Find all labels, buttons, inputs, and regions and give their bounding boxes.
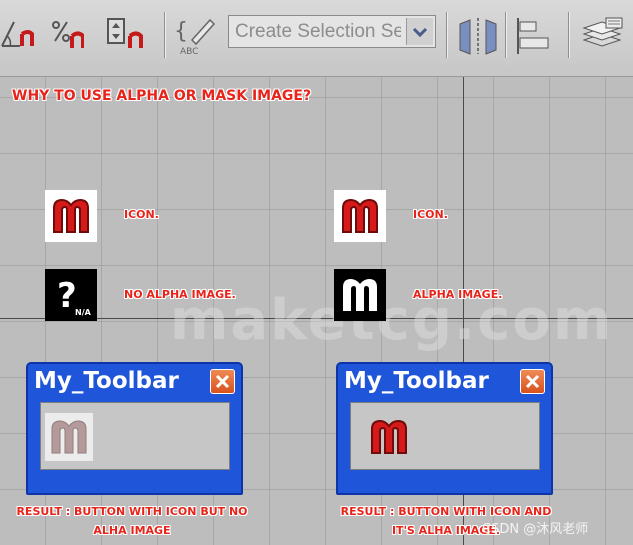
my-toolbar-window-left[interactable]: My_Toolbar (26, 362, 243, 495)
svg-text:?: ? (57, 276, 77, 316)
toolbar-bottom-strip (0, 66, 633, 77)
my-toolbar-window-right[interactable]: My_Toolbar (336, 362, 553, 495)
alpha-label: ALPHA IMAGE. (413, 288, 503, 301)
toolbar-separator (446, 12, 448, 58)
toolbar-separator (568, 12, 570, 58)
mirror-icon[interactable] (456, 16, 497, 55)
svg-text:ABC: ABC (180, 47, 198, 56)
layer-manager-icon[interactable] (580, 16, 626, 50)
watermark: maketcg.com (170, 288, 614, 353)
spinner-snap-icon[interactable] (106, 16, 143, 50)
close-icon[interactable] (210, 369, 235, 394)
page-heading: WHY TO USE ALPHA OR MASK IMAGE? (12, 88, 312, 104)
result-line-2: ALHA IMAGE (93, 524, 171, 537)
align-icon[interactable] (514, 16, 554, 54)
icon-label-left: ICON. (124, 208, 159, 221)
credit-watermark: CSDN @沐风老师 (482, 522, 589, 537)
na-label: N/A (75, 308, 92, 317)
toolbar-separator (164, 12, 166, 58)
no-alpha-label: NO ALPHA IMAGE. (124, 288, 236, 301)
chevron-down-icon[interactable] (406, 18, 433, 45)
svg-text:{: { (174, 19, 188, 44)
icon-label-right: ICON. (413, 208, 448, 221)
m-button-no-alpha[interactable] (45, 413, 93, 461)
toolbar-body (40, 402, 230, 470)
window-title: My_Toolbar (344, 368, 489, 394)
selection-set-placeholder: Create Selection Se (235, 21, 401, 42)
close-icon[interactable] (520, 369, 545, 394)
toolbar-body (350, 402, 540, 470)
m-button-with-alpha[interactable] (365, 413, 413, 461)
edit-named-selection-icon[interactable]: { ABC (172, 16, 222, 57)
m-icon-tile (334, 190, 386, 242)
toolbar-separator (505, 12, 507, 58)
window-title: My_Toolbar (34, 368, 179, 394)
result-caption-left: RESULT : BUTTON WITH ICON BUT NO ALHA IM… (2, 502, 262, 540)
main-toolbar: { ABC Create Selection Se (0, 0, 633, 67)
percent-snap-icon[interactable] (50, 16, 85, 50)
m-alpha-mask-icon (334, 269, 386, 321)
angle-snap-icon[interactable] (0, 16, 34, 50)
m-icon-tile (45, 190, 97, 242)
question-mark-icon: ? N/A (45, 269, 97, 321)
named-selection-set-dropdown[interactable]: Create Selection Se (228, 15, 436, 48)
result-line-1: RESULT : BUTTON WITH ICON BUT NO (16, 505, 248, 518)
